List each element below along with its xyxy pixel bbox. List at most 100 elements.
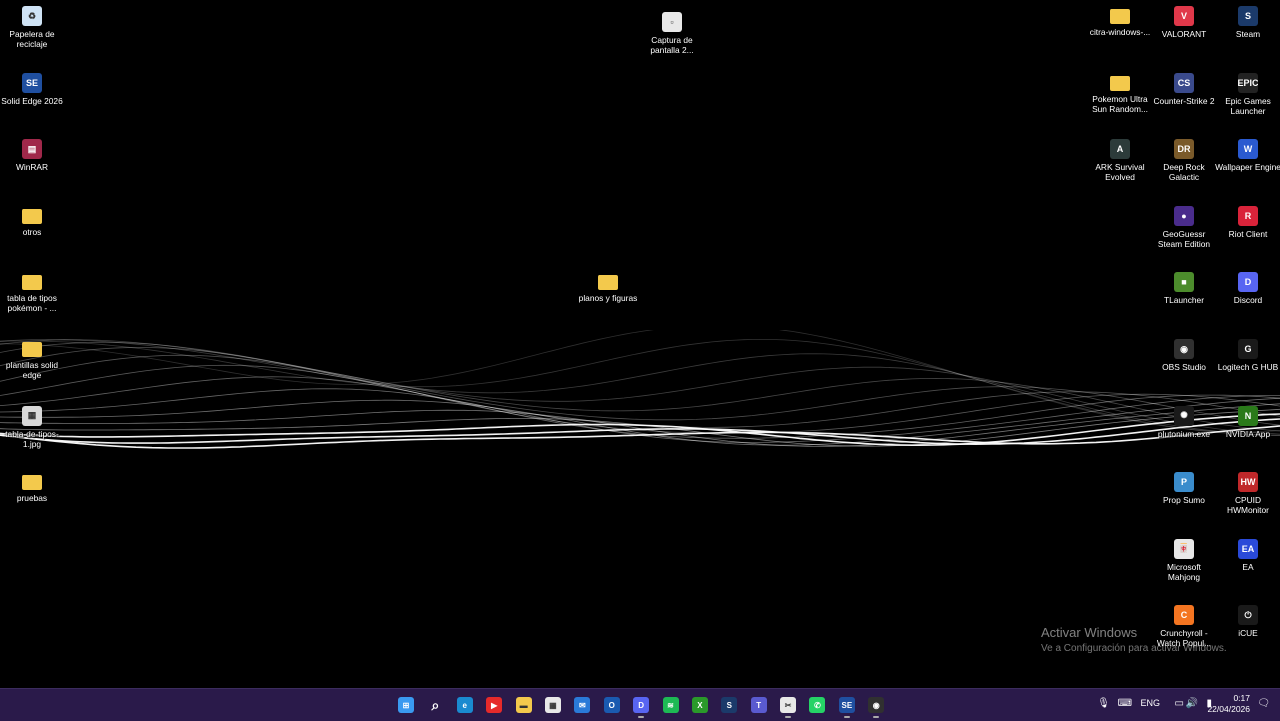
desktop-icon-label: Papelera de reciclaje bbox=[9, 29, 55, 49]
desktop-icon-steam[interactable]: S Steam bbox=[1214, 2, 1280, 39]
wave-line bbox=[0, 341, 1280, 432]
desktop-icon-mahjong[interactable]: 🀄 Microsoft Mahjong bbox=[1150, 535, 1218, 582]
desktop-icon-nvidia[interactable]: N NVIDIA App bbox=[1214, 402, 1280, 439]
network-icon[interactable]: ▭ bbox=[1175, 698, 1184, 709]
desktop-icon-pruebas[interactable]: pruebas bbox=[0, 468, 66, 503]
desktop-icon-valorant[interactable]: V VALORANT bbox=[1150, 2, 1218, 39]
wave-line bbox=[0, 413, 1280, 446]
desktop-icon-cpuid[interactable]: HW CPUID HWMonitor bbox=[1214, 468, 1280, 515]
wave-line bbox=[0, 388, 1280, 443]
desktop-icon-label: Microsoft Mahjong bbox=[1167, 561, 1201, 582]
desktop-icon-pokemon-ultra[interactable]: Pokemon Ultra Sun Random... bbox=[1086, 69, 1154, 114]
mahjong-icon: 🀄 bbox=[1174, 538, 1194, 559]
desktop-icon-citra[interactable]: citra-windows-... bbox=[1086, 2, 1154, 37]
desktop-icon-discord[interactable]: D Discord bbox=[1214, 268, 1280, 305]
taskbar-snipping[interactable]: ✂ bbox=[775, 692, 801, 718]
taskbar-apps: ⊞ ⌕ e ▶ ▬ ▦ ✉ O D ≋ X S T ✂ ✆ SE ◉ bbox=[393, 692, 893, 718]
desktop-icon-plantillas[interactable]: plantillas solid edge bbox=[0, 335, 66, 380]
wave-line bbox=[0, 408, 1280, 447]
desktop-icon-otros[interactable]: otros bbox=[0, 202, 66, 237]
folder-icon bbox=[598, 275, 618, 290]
desktop-icon-label: Epic Games Launcher bbox=[1225, 95, 1271, 116]
activate-windows-watermark: Activar Windows Ve a Configuración para … bbox=[1041, 625, 1227, 654]
desktop-icon-ea[interactable]: EA EA bbox=[1214, 535, 1280, 572]
desktop-icon-label: Steam bbox=[1235, 29, 1261, 39]
desktop-icon-drg[interactable]: DR Deep Rock Galactic bbox=[1150, 135, 1218, 182]
clock[interactable]: 0:17 22/04/2026 bbox=[1207, 693, 1250, 715]
desktop-icon-label: Prop Sumo bbox=[1163, 495, 1205, 506]
desktop-icon-logitech[interactable]: G Logitech G HUB bbox=[1214, 335, 1280, 372]
icue-icon: ⏻ bbox=[1238, 605, 1258, 626]
desktop-icon-propsumo[interactable]: P Prop Sumo bbox=[1150, 468, 1218, 505]
desktop-icon-tabla-pokemon[interactable]: tabla de tipos pokémon - ... bbox=[0, 268, 66, 313]
desktop-icon-cs2[interactable]: CS Counter-Strike 2 bbox=[1150, 69, 1218, 106]
start-button[interactable]: ⊞ bbox=[393, 692, 419, 718]
file-explorer-icon: ▬ bbox=[515, 697, 532, 713]
teams-icon: T bbox=[750, 697, 767, 713]
crunchyroll-icon: C bbox=[1174, 605, 1194, 626]
activate-windows-subtitle: Ve a Configuración para activar Windows. bbox=[1041, 643, 1227, 654]
volume-icon[interactable]: 🔊 bbox=[1186, 698, 1198, 709]
desktop-icon-label: pruebas bbox=[16, 493, 48, 504]
taskbar-steam[interactable]: S bbox=[716, 692, 742, 718]
desktop-icon-label: plutonium.exe bbox=[1157, 428, 1211, 439]
steam-icon: S bbox=[1238, 6, 1258, 26]
taskbar-obs[interactable]: ◉ bbox=[863, 692, 889, 718]
desktop-icon-label: Pokemon Ultra Sun Random... bbox=[1092, 93, 1148, 114]
desktop-icon-label: WinRAR bbox=[15, 162, 49, 173]
desktop-icon-solidedge[interactable]: SE Solid Edge 2026 bbox=[0, 69, 66, 106]
search-button[interactable]: ⌕ bbox=[422, 692, 448, 718]
notifications-icon[interactable]: 🗨 bbox=[1257, 698, 1270, 709]
wave-line bbox=[0, 418, 1280, 446]
taskbar-teams[interactable]: T bbox=[746, 692, 772, 718]
youtube-icon: ▶ bbox=[486, 697, 503, 713]
obs-studio-icon: ◉ bbox=[868, 697, 885, 713]
taskbar-edge[interactable]: e bbox=[452, 692, 478, 718]
desktop-icon-label: ARK Survival Evolved bbox=[1095, 162, 1145, 183]
taskbar-discord[interactable]: D bbox=[628, 692, 654, 718]
ark-icon: A bbox=[1110, 139, 1130, 160]
folder-icon bbox=[22, 475, 42, 491]
desktop-icon-obs[interactable]: ◉ OBS Studio bbox=[1150, 335, 1218, 372]
taskbar-outlook-mail[interactable]: ✉ bbox=[569, 692, 595, 718]
activate-windows-title: Activar Windows bbox=[1041, 625, 1138, 640]
desktop-icon-captura[interactable]: ▫ Captura de pantalla 2... bbox=[638, 8, 706, 55]
discord-icon: D bbox=[633, 697, 650, 713]
taskbar-outlook[interactable]: O bbox=[599, 692, 625, 718]
desktop-icon-wallpaper[interactable]: W Wallpaper Engine bbox=[1214, 135, 1280, 172]
desktop-icon-planos[interactable]: planos y figuras bbox=[574, 268, 642, 303]
wave-line bbox=[0, 354, 1280, 428]
keyboard-icon[interactable]: ⌨ bbox=[1118, 698, 1132, 709]
desktop-icon-label: plantillas solid edge bbox=[5, 360, 59, 380]
mail-icon: ✉ bbox=[574, 697, 591, 713]
desktop-icon-winrar[interactable]: ▤ WinRAR bbox=[0, 135, 66, 172]
obs-studio-icon: ◉ bbox=[1174, 339, 1194, 359]
desktop-icon-plutonium[interactable]: ✺ plutonium.exe bbox=[1150, 402, 1218, 439]
microsoft-store-icon: ▦ bbox=[544, 697, 561, 713]
taskbar-youtube[interactable]: ▶ bbox=[481, 692, 507, 718]
desktop-icon-epic[interactable]: EPIC Epic Games Launcher bbox=[1214, 69, 1280, 116]
wave-line bbox=[0, 339, 1280, 436]
desktop-icon-ark[interactable]: A ARK Survival Evolved bbox=[1086, 135, 1154, 182]
taskbar-whatsapp[interactable]: ✆ bbox=[804, 692, 830, 718]
desktop-icon-tlauncher[interactable]: ■ TLauncher bbox=[1150, 268, 1218, 305]
taskbar-solid-edge[interactable]: SE bbox=[834, 692, 860, 718]
microphone-icon[interactable]: 🎙 bbox=[1097, 698, 1110, 709]
taskbar-spotify[interactable]: ≋ bbox=[658, 692, 684, 718]
desktop-icon-label: Deep Rock Galactic bbox=[1163, 162, 1205, 183]
winrar-icon: ▤ bbox=[22, 139, 42, 160]
taskbar-store[interactable]: ▦ bbox=[540, 692, 566, 718]
desktop-icon-label: Logitech G HUB bbox=[1217, 362, 1279, 372]
wave-line bbox=[0, 397, 1280, 446]
wave-line bbox=[0, 347, 1280, 426]
desktop-icon-riot[interactable]: R Riot Client bbox=[1214, 202, 1280, 239]
xbox-icon: X bbox=[691, 697, 708, 713]
desktop-icon-papelera[interactable]: ♻ Papelera de reciclaje bbox=[0, 2, 66, 49]
language-indicator[interactable]: ENG bbox=[1140, 698, 1160, 708]
edge-icon: e bbox=[456, 697, 473, 713]
wave-line bbox=[0, 376, 1280, 439]
taskbar-xbox[interactable]: X bbox=[687, 692, 713, 718]
desktop-icon-geoguessr[interactable]: ● GeoGuessr Steam Edition bbox=[1150, 202, 1218, 249]
desktop-icon-tabla-jpg[interactable]: ▦ tabla-de-tipos-1.jpg bbox=[0, 402, 66, 449]
taskbar-file-explorer[interactable]: ▬ bbox=[511, 692, 537, 718]
